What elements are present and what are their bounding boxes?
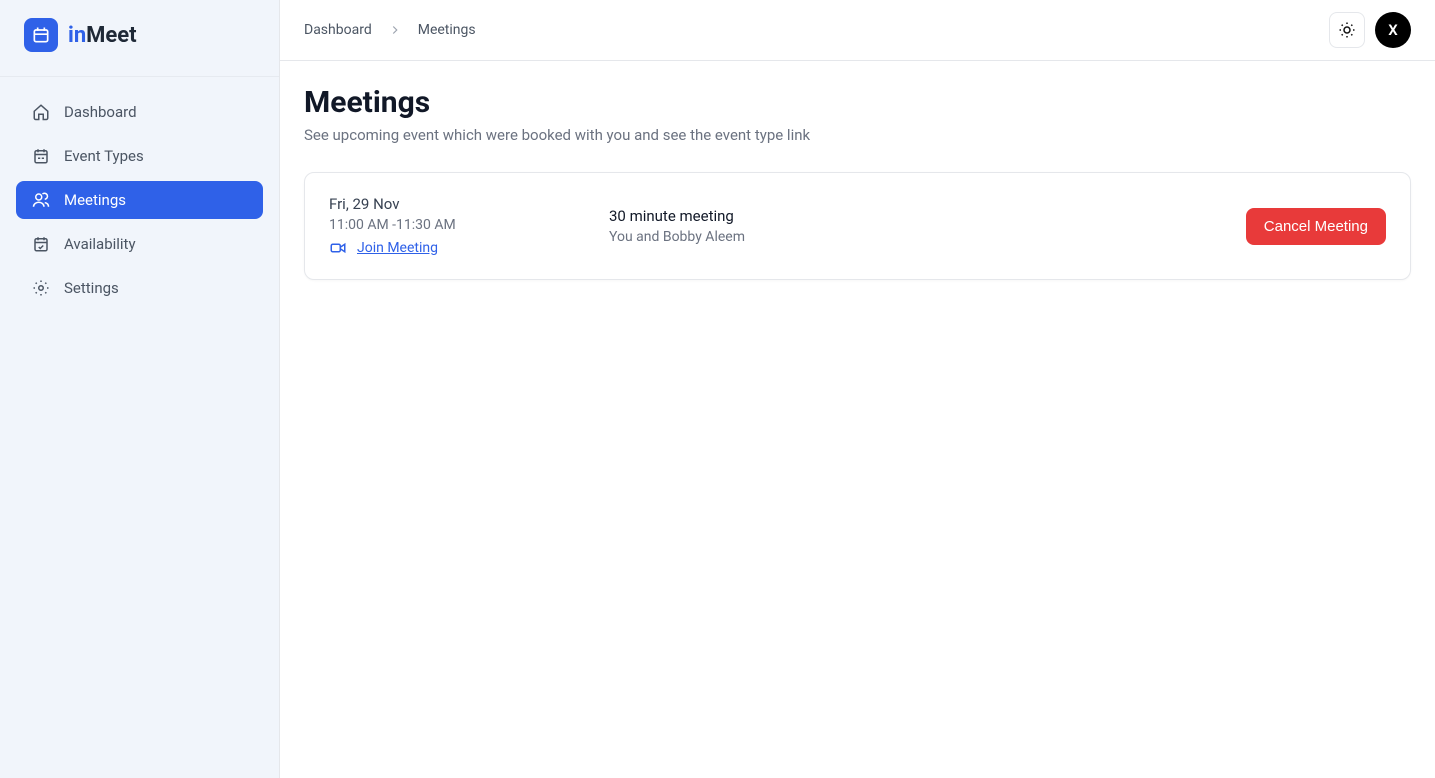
sidebar-item-event-types[interactable]: Event Types	[16, 137, 263, 175]
topbar-actions: X	[1329, 12, 1411, 48]
sidebar-item-label: Event Types	[64, 147, 144, 165]
page-title: Meetings	[304, 85, 1411, 120]
sidebar-nav: Dashboard Event Types Meetings	[0, 77, 279, 323]
video-icon	[329, 239, 347, 257]
breadcrumb: Dashboard Meetings	[304, 22, 476, 38]
meeting-time-block: Fri, 29 Nov 11:00 AM -11:30 AM Join Meet…	[329, 195, 609, 257]
meeting-time: 11:00 AM -11:30 AM	[329, 217, 609, 233]
cancel-meeting-button[interactable]: Cancel Meeting	[1246, 208, 1386, 245]
home-icon	[32, 103, 50, 121]
main: Dashboard Meetings X Meetings See upcomi…	[280, 0, 1435, 778]
calendar-range-icon	[32, 147, 50, 165]
page-subtitle: See upcoming event which were booked wit…	[304, 126, 1411, 144]
sidebar-item-label: Settings	[64, 279, 119, 297]
sidebar-item-dashboard[interactable]: Dashboard	[16, 93, 263, 131]
cog-icon	[32, 279, 50, 297]
meeting-participants: You and Bobby Aleem	[609, 229, 1246, 245]
avatar-initial: X	[1388, 21, 1398, 39]
sidebar-item-label: Meetings	[64, 191, 126, 209]
sidebar-item-settings[interactable]: Settings	[16, 269, 263, 307]
topbar: Dashboard Meetings X	[280, 0, 1435, 61]
calendar-check-icon	[32, 235, 50, 253]
logo-icon	[24, 18, 58, 52]
meeting-card: Fri, 29 Nov 11:00 AM -11:30 AM Join Meet…	[304, 172, 1411, 280]
sidebar-item-meetings[interactable]: Meetings	[16, 181, 263, 219]
breadcrumb-item-meetings[interactable]: Meetings	[418, 22, 476, 38]
breadcrumb-item-dashboard[interactable]: Dashboard	[304, 22, 372, 38]
logo[interactable]: inMeet	[0, 0, 279, 77]
join-meeting-link[interactable]: Join Meeting	[357, 240, 438, 256]
sidebar-item-label: Availability	[64, 235, 136, 253]
sidebar-item-label: Dashboard	[64, 103, 137, 121]
join-meeting-row: Join Meeting	[329, 239, 609, 257]
content: Meetings See upcoming event which were b…	[280, 61, 1435, 304]
sidebar-item-availability[interactable]: Availability	[16, 225, 263, 263]
users-icon	[32, 191, 50, 209]
sun-icon	[1338, 21, 1356, 39]
logo-text: inMeet	[68, 23, 137, 48]
meeting-title: 30 minute meeting	[609, 207, 1246, 225]
avatar[interactable]: X	[1375, 12, 1411, 48]
theme-toggle-button[interactable]	[1329, 12, 1365, 48]
chevron-right-icon	[388, 23, 402, 37]
meeting-details: 30 minute meeting You and Bobby Aleem	[609, 207, 1246, 245]
meeting-date: Fri, 29 Nov	[329, 195, 609, 213]
sidebar: inMeet Dashboard Event Types Meetings	[0, 0, 280, 778]
